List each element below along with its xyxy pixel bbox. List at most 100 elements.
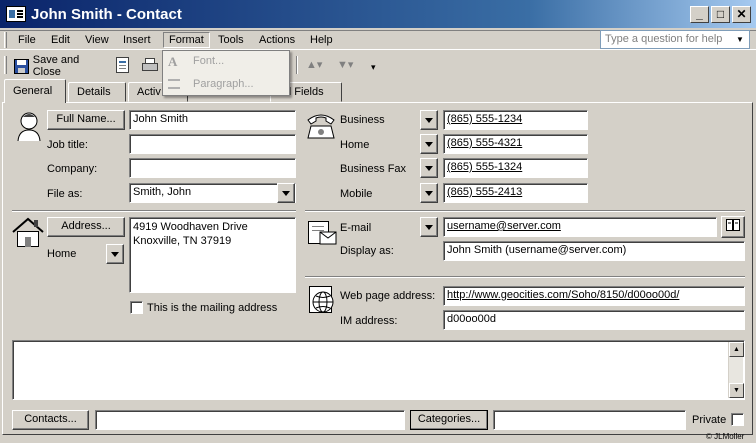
ask-placeholder: Type a question for help [605,33,723,45]
job-title-label: Job title: [47,139,88,151]
full-name-field[interactable]: John Smith [129,110,296,130]
save-close-label: Save and Close [32,54,80,78]
menu-edit[interactable]: Edit [46,32,75,48]
font-icon: A [168,54,178,69]
phone-label-business-fax: Business Fax [340,163,407,175]
email-field[interactable]: username@server.com [443,217,717,237]
telephone-icon [307,114,335,139]
paragraph-icon [168,79,180,89]
menu-actions[interactable]: Actions [254,32,300,48]
company-field[interactable] [129,158,296,178]
phone-label-home: Home [340,139,370,151]
toolbar-options-icon[interactable]: ▾ [371,62,376,73]
file-as-label: File as: [47,188,83,200]
window-controls: _ □ ✕ [690,6,751,23]
file-as-dropdown[interactable] [277,183,295,203]
credit-text: © JLMoller [706,432,745,441]
menu-tools[interactable]: Tools [213,32,249,48]
window-title: John Smith - Contact [31,5,182,23]
address-button[interactable]: Address... [47,217,125,237]
menu-view[interactable]: View [80,32,114,48]
phone-value-business-fax[interactable]: (865) 555-1324 [447,161,522,173]
menu-font[interactable]: Font... [193,55,224,67]
floppy-disk-icon [14,58,29,74]
notes-field[interactable] [12,340,745,400]
menu-paragraph[interactable]: Paragraph... [193,78,254,90]
close-button[interactable]: ✕ [732,6,751,23]
separator [305,276,745,278]
title-bar: John Smith - Contact [0,0,756,28]
next-item-icon[interactable]: ▼▾ [337,58,353,71]
chevron-down-icon[interactable]: ▼ [733,32,747,47]
email-label: E-mail [340,222,372,234]
job-title-field[interactable] [129,134,296,154]
menu-file[interactable]: File [13,32,41,48]
email-type-dropdown[interactable] [420,217,438,237]
toolbar-separator [296,56,298,74]
previous-item-icon[interactable]: ▲▾ [306,58,322,71]
full-name-button[interactable]: Full Name... [47,110,125,130]
display-as-label: Display as: [340,245,394,257]
phone-field-mobile[interactable]: (865) 555-2413 [443,183,588,203]
maximize-button[interactable]: □ [711,6,730,23]
phone-value-business[interactable]: (865) 555-1234 [447,113,522,125]
file-as-field[interactable]: Smith, John [129,183,296,203]
tab-general[interactable]: General [4,79,66,103]
menu-help[interactable]: Help [305,32,338,48]
save-close-button[interactable]: Save and Close [14,54,109,78]
address-field[interactable]: 4919 Woodhaven Drive Knoxville, TN 37919 [129,217,296,293]
phone-field-business-fax[interactable]: (865) 555-1324 [443,158,588,178]
scroll-down-icon[interactable]: ▼ [729,383,744,398]
scroll-up-icon[interactable]: ▲ [729,342,744,357]
contacts-button[interactable]: Contacts... [12,410,89,430]
notes-scrollbar[interactable]: ▲ ▼ [728,342,744,398]
phone-value-home[interactable]: (865) 555-4321 [447,137,522,149]
ask-question-input[interactable]: Type a question for help ▼ [600,30,750,49]
web-globe-icon [309,286,334,313]
house-icon [12,217,44,247]
phone-type-dropdown-mobile[interactable] [420,183,438,203]
phone-field-home[interactable]: (865) 555-4321 [443,134,588,154]
phone-type-dropdown-home[interactable] [420,134,438,154]
email-value[interactable]: username@server.com [447,220,561,232]
document-icon[interactable] [114,56,131,74]
print-icon[interactable] [141,57,159,73]
mailing-address-checkbox[interactable] [130,301,143,314]
private-checkbox[interactable] [731,413,744,426]
categories-button[interactable]: Categories... [410,410,488,430]
email-icon [308,221,337,245]
mailing-address-label: This is the mailing address [147,302,278,314]
phone-field-business[interactable]: (865) 555-1234 [443,110,588,130]
company-label: Company: [47,163,98,175]
web-page-value[interactable]: http://www.geocities.com/Soho/8150/d00oo… [447,289,679,301]
phone-label-business: Business [340,114,385,126]
separator [305,210,745,212]
person-icon [17,112,41,142]
im-address-field[interactable]: d00oo00d [443,310,745,330]
menu-format[interactable]: Format [163,32,210,48]
toolbar-grip [4,56,7,74]
phone-label-mobile: Mobile [340,188,373,200]
separator [12,210,296,212]
web-page-field[interactable]: http://www.geocities.com/Soho/8150/d00oo… [443,286,745,306]
phone-type-dropdown-business[interactable] [420,110,438,130]
address-type-label: Home [47,248,77,260]
web-page-label: Web page address: [340,290,436,302]
menu-grip [4,32,7,48]
contact-card-icon [6,6,26,22]
address-book-icon [726,219,740,231]
phone-type-dropdown-business-fax[interactable] [420,158,438,178]
address-book-button[interactable] [721,216,745,238]
categories-field[interactable] [493,410,686,430]
format-menu: A Font... Paragraph... [162,50,290,96]
address-type-dropdown[interactable] [106,244,124,264]
tab-details[interactable]: Details [68,82,126,102]
private-label: Private [692,414,727,426]
address-line-2: Knoxville, TN 37919 [133,235,232,247]
contacts-field[interactable] [95,410,405,430]
address-line-1: 4919 Woodhaven Drive [133,221,248,233]
phone-value-mobile[interactable]: (865) 555-2413 [447,186,522,198]
menu-insert[interactable]: Insert [118,32,156,48]
display-as-field[interactable]: John Smith (username@server.com) [443,241,745,261]
minimize-button[interactable]: _ [690,6,709,23]
